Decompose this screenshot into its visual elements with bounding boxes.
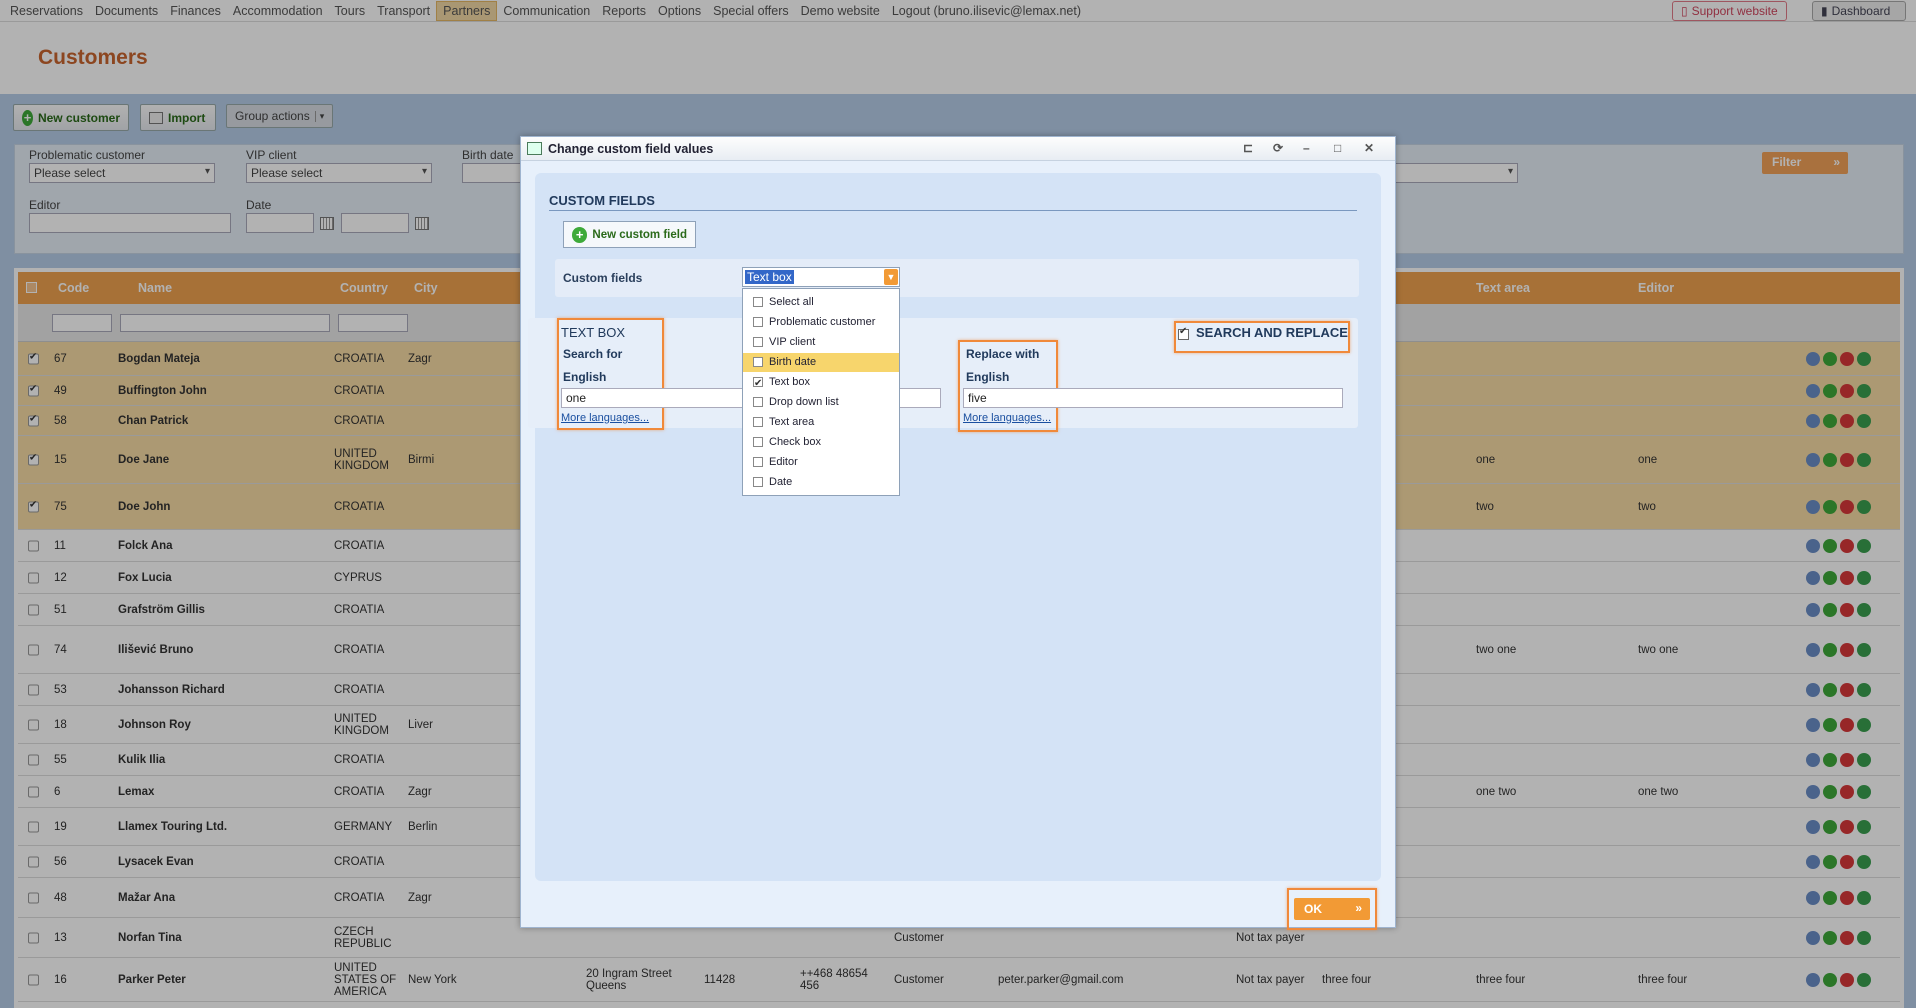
option-checkbox[interactable] [753,457,763,467]
dialog-title: Change custom field values [548,142,714,156]
custom-fields-label: Custom fields [563,271,643,285]
option-label: Editor [769,456,798,468]
dropdown-option[interactable]: Editor [743,453,899,472]
chevron-down-icon[interactable]: ▼ [884,269,898,285]
option-checkbox[interactable] [753,357,763,367]
option-label: Text area [769,416,815,428]
search-and-replace-label: SEARCH AND REPLACE [1196,325,1348,340]
section-title: CUSTOM FIELDS [549,193,655,208]
ok-button[interactable]: OK» [1294,898,1370,920]
pin-icon[interactable]: ⊏ [1243,141,1253,155]
option-label: Select all [769,296,814,308]
option-label: Text box [769,376,810,388]
change-custom-field-dialog: Change custom field values ⊏ ⟳ – □ ✕ CUS… [520,136,1396,928]
option-checkbox[interactable] [753,337,763,347]
chevron-right-icon: » [1355,901,1362,915]
minimize-icon[interactable]: – [1303,141,1310,155]
option-checkbox[interactable] [753,317,763,327]
replace-input[interactable]: five [963,388,1343,408]
dropdown-option[interactable]: Check box [743,433,899,452]
search-more-languages-link[interactable]: More languages... [561,412,649,424]
option-checkbox[interactable] [753,374,763,393]
close-icon[interactable]: ✕ [1364,141,1374,155]
option-label: Birth date [769,356,817,368]
dialog-body: CUSTOM FIELDS + New custom field Custom f… [535,173,1381,881]
dialog-titlebar: Change custom field values ⊏ ⟳ – □ ✕ [521,137,1395,161]
dropdown-option[interactable]: VIP client [743,333,899,352]
dropdown-option[interactable]: Date [743,473,899,492]
custom-fields-select[interactable]: Text box ▼ [742,267,900,287]
option-checkbox[interactable] [753,417,763,427]
field-title: TEXT BOX [561,325,626,340]
search-language-label: English [563,370,607,384]
search-and-replace-checkbox[interactable] [1178,326,1189,340]
option-checkbox[interactable] [753,397,763,407]
option-label: VIP client [769,336,816,348]
plus-icon: + [572,226,588,243]
option-label: Date [769,476,793,488]
dropdown-option[interactable]: Birth date [743,353,899,372]
option-checkbox[interactable] [753,297,763,307]
option-checkbox[interactable] [753,477,763,487]
window-icon [527,142,542,155]
option-label: Drop down list [769,396,839,408]
replace-language-label: English [966,370,1010,384]
dropdown-option[interactable]: Select all [743,293,899,312]
search-for-label: Search for [563,347,623,361]
custom-fields-row: Custom fields [555,259,1359,297]
replace-more-languages-link[interactable]: More languages... [963,412,1051,424]
refresh-icon[interactable]: ⟳ [1273,141,1283,155]
new-custom-field-button[interactable]: + New custom field [563,221,696,248]
dropdown-option[interactable]: Text box [743,373,899,393]
replace-with-label: Replace with [966,347,1040,361]
option-label: Check box [769,436,821,448]
maximize-icon[interactable]: □ [1334,141,1341,155]
option-label: Problematic customer [769,316,876,328]
dropdown-option[interactable]: Problematic customer [743,313,899,332]
section-divider [549,210,1357,211]
dropdown-option[interactable]: Drop down list [743,393,899,412]
option-checkbox[interactable] [753,437,763,447]
custom-fields-dropdown-list: Select all Problematic customer VIP client… [742,288,900,496]
dropdown-option[interactable]: Text area [743,413,899,432]
